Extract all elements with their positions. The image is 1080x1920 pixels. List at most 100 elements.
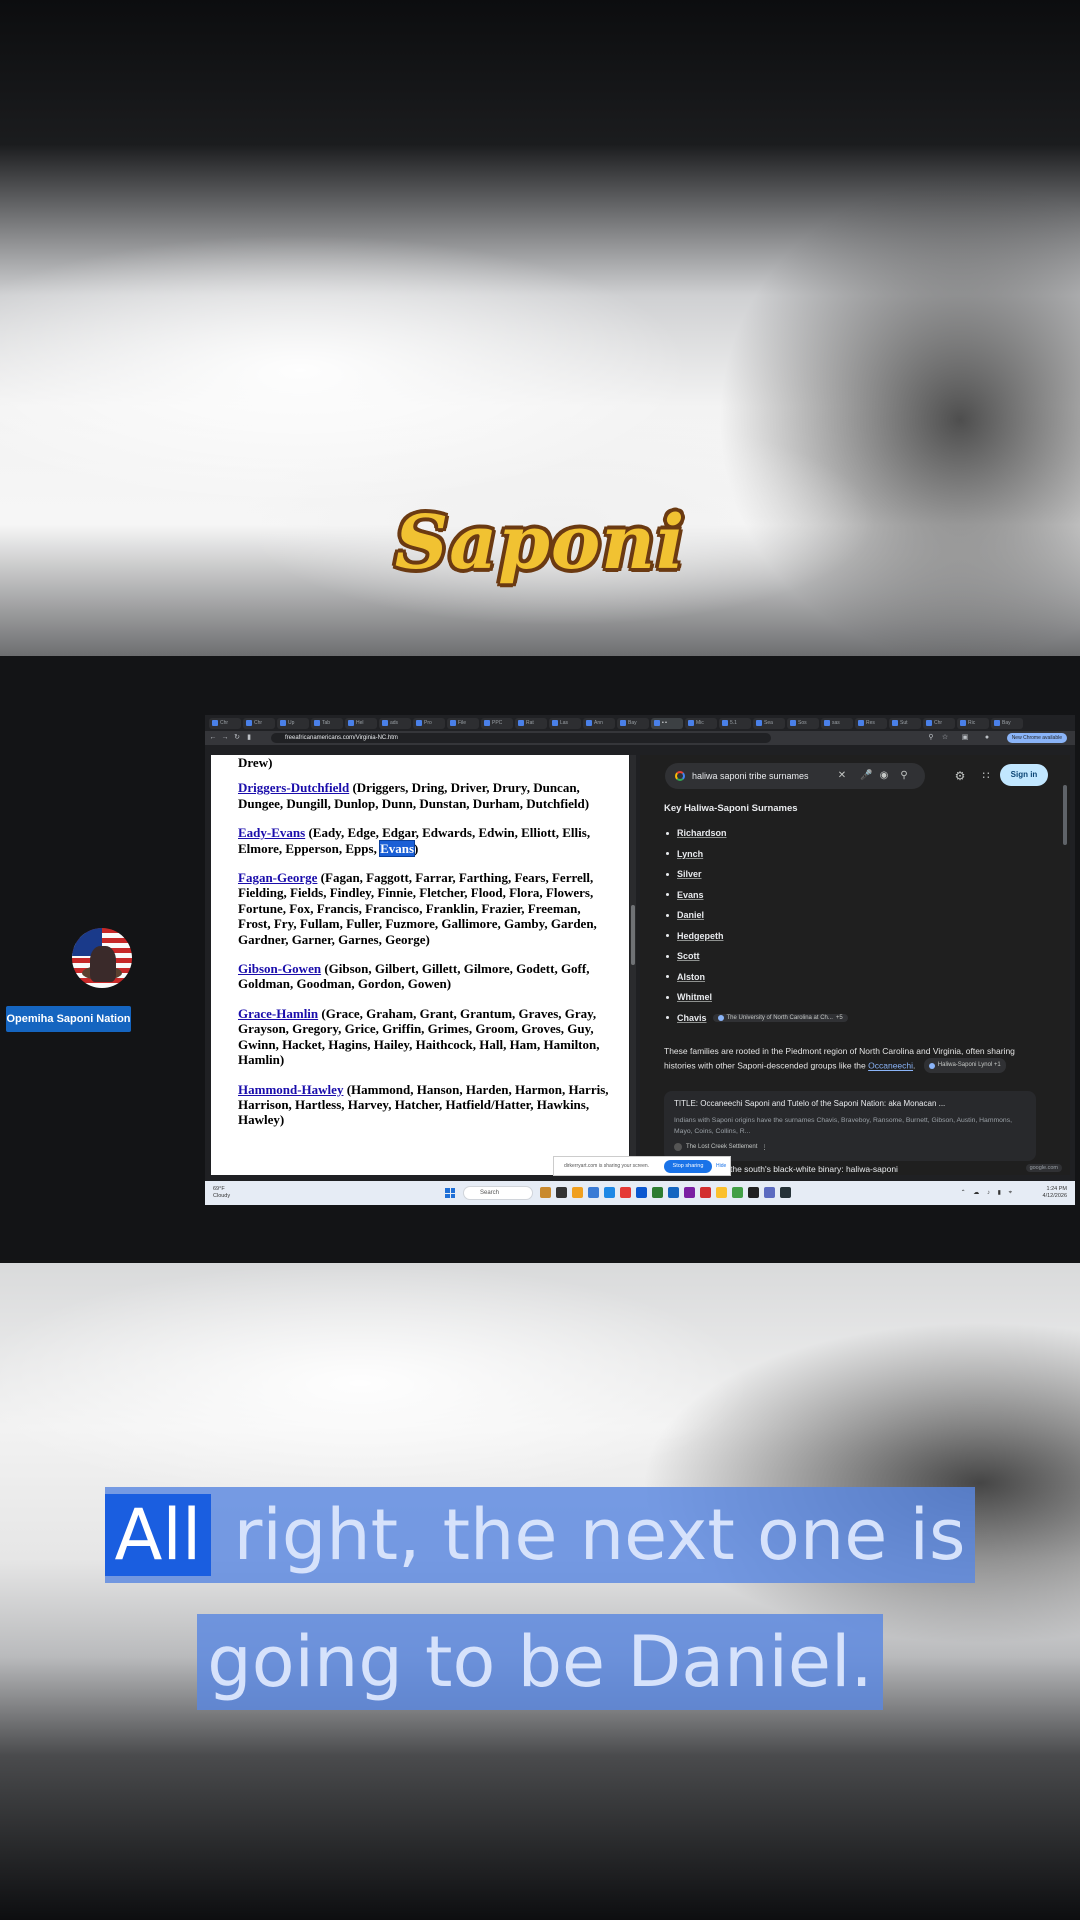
surname-range-link[interactable]: Fagan-George [238,870,317,885]
browser-tab[interactable]: 5.1 [719,717,751,729]
bookmark-star-icon[interactable]: ☆ [941,734,949,742]
source-card[interactable]: TITLE: Occaneechi Saponi and Tutelo of t… [664,1091,1036,1161]
excel-icon[interactable] [652,1187,663,1198]
app-icon[interactable] [684,1187,695,1198]
highlighted-surname[interactable]: Evans [379,839,416,857]
browser-tab[interactable]: Ann [583,717,615,729]
browser-tab[interactable]: Chr [209,717,241,729]
list-item[interactable]: Scott [664,946,848,967]
hide-button[interactable]: Hide [716,1163,726,1169]
browser-tab[interactable]: Bay [991,717,1023,729]
surname-range-link[interactable]: Eady-Evans [238,825,305,840]
browser-tab[interactable]: sas [821,717,853,729]
browser-tab[interactable]: ads [379,717,411,729]
browser-tab[interactable]: Ric [957,717,989,729]
chrome-active-icon[interactable] [716,1187,727,1198]
more-options-icon[interactable]: ⋮ [761,1144,767,1151]
youtube-icon[interactable] [700,1187,711,1198]
occaneechi-link[interactable]: Occaneechi [868,1061,913,1071]
tab-label: 5.1 [730,719,737,726]
browser-tab[interactable]: Tab [311,717,343,729]
app-icon[interactable] [540,1187,551,1198]
voice-search-icon[interactable]: 🎤 [860,770,872,782]
list-item[interactable]: Hedgepeth [664,926,848,947]
app-icon[interactable] [748,1187,759,1198]
list-item[interactable]: Richardson [664,823,848,844]
chrome-icon[interactable] [620,1187,631,1198]
sign-in-button[interactable]: Sign in [1000,764,1048,786]
list-item[interactable]: Daniel [664,905,848,926]
app-icon[interactable] [780,1187,791,1198]
list-item[interactable]: Lynch [664,844,848,865]
browser-tab[interactable]: Sut [889,717,921,729]
stop-sharing-button[interactable]: Stop sharing [664,1160,712,1173]
app-icon[interactable] [636,1187,647,1198]
new-chrome-available-button[interactable]: New Chrome available [1006,733,1067,743]
extensions-icon[interactable]: ▣ [961,734,969,742]
list-item[interactable]: Alston [664,967,848,988]
edge-browser-icon[interactable] [604,1187,615,1198]
clear-search-icon[interactable]: ✕ [836,770,848,782]
list-item[interactable]: Chavis The University of North Carolina … [664,1008,848,1029]
browser-tab[interactable]: Sea [753,717,785,729]
left-pane-scrollbar[interactable] [630,755,636,1175]
image-search-icon[interactable]: ◉ [878,770,890,782]
forward-arrow-icon[interactable]: → [221,734,229,742]
list-item[interactable]: Silver [664,864,848,885]
word-icon[interactable] [668,1187,679,1198]
settings-gear-icon[interactable]: ⚙ [954,770,966,782]
scrollbar-thumb[interactable] [631,905,635,965]
browser-tab[interactable]: PPC [481,717,513,729]
app-icon[interactable] [764,1187,775,1198]
browser-tab[interactable]: File [447,717,479,729]
profile-icon[interactable]: ● [983,734,991,742]
reload-icon[interactable]: ↻ [233,734,241,742]
list-item[interactable]: Whitmel [664,987,848,1008]
app-icon[interactable] [556,1187,567,1198]
weather-widget[interactable]: 69°F Cloudy [213,1186,230,1200]
sidebar-toggle-icon[interactable]: ▮ [245,734,253,742]
surname-range-link[interactable]: Grace-Hamlin [238,1006,318,1021]
browser-tab[interactable]: Las [549,717,581,729]
browser-tab[interactable]: Res [855,717,887,729]
search-icon[interactable]: ⚲ [898,770,910,782]
surname-range-link[interactable]: Gibson-Gowen [238,961,321,976]
surname-range-link[interactable]: Hammond-Hawley [238,1082,343,1097]
apps-grid-icon[interactable]: ∷ [980,770,992,782]
app-icon[interactable] [588,1187,599,1198]
shared-screen: Chr Chr Up Tab Hel ads Pro File PPC Rat Las Ann Bay •… [205,715,1075,1205]
file-explorer-icon[interactable] [572,1187,583,1198]
tab-label: Res [866,719,875,726]
app-icon[interactable] [732,1187,743,1198]
browser-tab[interactable]: Up [277,717,309,729]
browser-tab[interactable]: Rat [515,717,547,729]
browser-tab[interactable]: Sos [787,717,819,729]
browser-tab[interactable]: Hel [345,717,377,729]
source-citation-chip[interactable]: The University of North Carolina at Ch..… [712,1013,848,1022]
tab-favicon-icon [518,720,524,726]
surname-entry: Fagan-George (Fagan, Faggott, Farrar, Fa… [238,870,610,947]
browser-tab[interactable]: Chr [243,717,275,729]
taskbar-search-input[interactable]: Search [463,1186,533,1200]
browser-tab[interactable]: Mic [685,717,717,729]
surname-range-link[interactable]: Driggers-Dutchfield [238,780,349,795]
system-tray[interactable]: ⌃ ☁ ♪ ▮ ⌖ [961,1189,1015,1197]
google-logo-icon [675,771,685,781]
browser-tab[interactable]: Pro [413,717,445,729]
back-arrow-icon[interactable]: ← [209,734,217,742]
browser-tab[interactable]: Chr [923,717,955,729]
right-pane-scrollbar[interactable] [1063,785,1067,845]
tab-label: • • [662,719,667,726]
tab-label: Sos [798,719,807,726]
list-item[interactable]: Evans [664,885,848,906]
taskbar-clock[interactable]: 1:24 PM 4/12/2026 [1043,1186,1067,1200]
overlay-title: Saponi [394,500,686,586]
browser-tab[interactable]: • • [651,717,683,729]
address-bar[interactable]: freeafricanamericans.com/Virginia-NC.htm [271,733,771,743]
windows-start-icon[interactable] [445,1188,455,1198]
source-citation-chip[interactable]: Haliwa-Saponi Lynol +1 [923,1058,1006,1073]
google-source-badge[interactable]: google.com [1025,1164,1062,1172]
zoom-icon[interactable]: ⚲ [927,734,935,742]
browser-tab[interactable]: Bay [617,717,649,729]
source-favicon-icon [928,1062,935,1069]
